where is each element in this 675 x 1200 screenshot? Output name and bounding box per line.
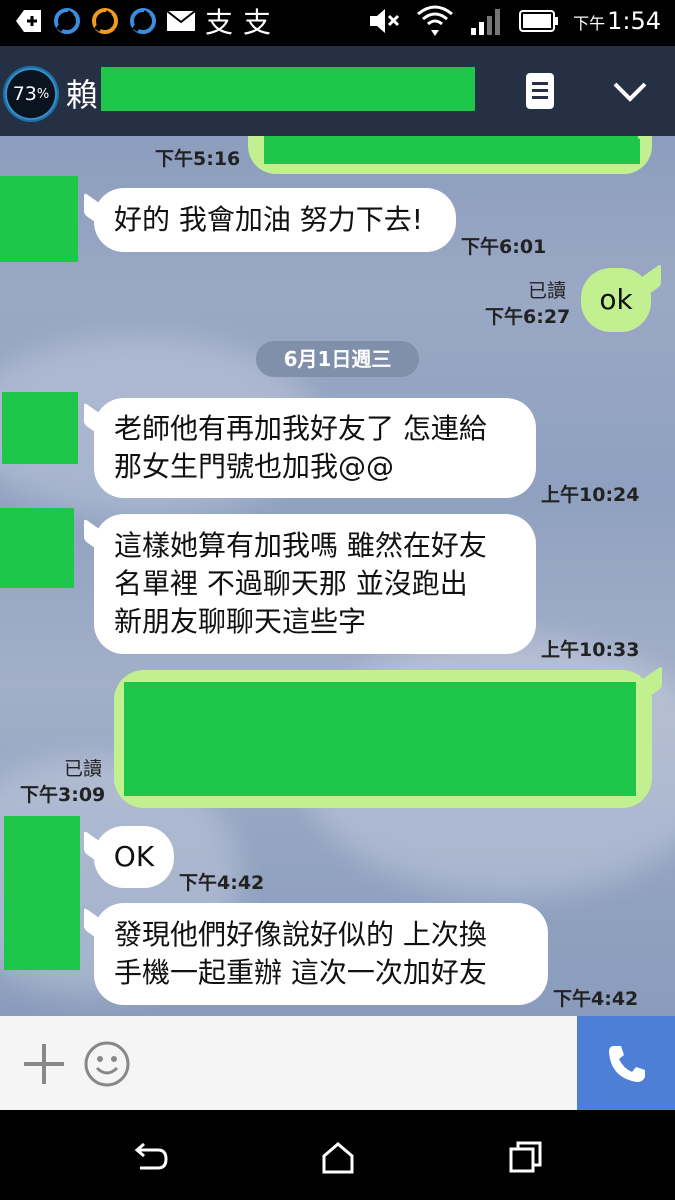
contact-name: 賴 bbox=[66, 76, 99, 114]
notification-plus-icon bbox=[14, 6, 44, 36]
chevron-down-icon[interactable] bbox=[612, 74, 648, 110]
chat-area[interactable]: 下午5:16 好的 我會加油 努力下去! 下午6:01 已讀 下午6:27 ok… bbox=[0, 136, 675, 1016]
mute-icon bbox=[370, 9, 400, 33]
battery-percent: 73 bbox=[12, 83, 37, 105]
name-redaction bbox=[101, 67, 475, 111]
incoming-bubble[interactable]: OK bbox=[94, 826, 174, 888]
system-nav-bar bbox=[0, 1110, 675, 1200]
status-bar: 支 支 下午1:54 bbox=[0, 0, 675, 46]
message-time: 下午3:09 bbox=[20, 784, 106, 806]
message-time: 上午10:33 bbox=[541, 639, 640, 661]
chat-header: 73% 賴 bbox=[0, 46, 675, 136]
plus-icon[interactable] bbox=[22, 1042, 66, 1086]
notification-icons: 支 支 bbox=[14, 6, 272, 39]
message-text: 好的 我會加油 努力下去! bbox=[114, 203, 424, 236]
message-line: 手機一起重辦 這次一次加好友 bbox=[114, 956, 487, 989]
clock: 下午1:54 bbox=[573, 7, 661, 35]
clock-time: 1:54 bbox=[607, 7, 661, 35]
call-button[interactable] bbox=[577, 1016, 675, 1110]
back-icon[interactable] bbox=[130, 1138, 170, 1178]
message-text: ok bbox=[599, 283, 633, 316]
avatar[interactable] bbox=[0, 176, 78, 262]
battery-widget[interactable]: 73% bbox=[3, 66, 59, 122]
message-line: 新朋友聊聊天這些字 bbox=[114, 605, 367, 638]
outgoing-bubble-partial[interactable] bbox=[248, 136, 652, 174]
avatar[interactable] bbox=[4, 816, 80, 970]
sync-app-icon-blue bbox=[52, 6, 82, 36]
incoming-bubble[interactable]: 這樣她算有加我嗎 雖然在好友 名單裡 不過聊天那 並沒跑出 新朋友聊聊天這些字 bbox=[94, 514, 536, 654]
recent-apps-icon[interactable] bbox=[506, 1138, 546, 1178]
system-icons: 下午1:54 bbox=[367, 4, 661, 38]
message-line: 那女生門號也加我@@ bbox=[114, 450, 395, 483]
message-time: 上午10:24 bbox=[541, 484, 640, 506]
app-kanji-icon-2: 支 bbox=[242, 6, 271, 39]
message-time: 下午5:16 bbox=[155, 148, 241, 170]
incoming-bubble[interactable]: 好的 我會加油 努力下去! bbox=[94, 188, 456, 252]
message-time: 下午4:42 bbox=[553, 988, 639, 1010]
message-time: 下午6:01 bbox=[461, 236, 547, 258]
redacted-content bbox=[124, 682, 636, 796]
sync-app-icon-orange bbox=[90, 6, 120, 36]
message-line: 名單裡 不過聊天那 並沒跑出 bbox=[114, 567, 468, 600]
incoming-bubble[interactable]: 發現他們好像說好似的 上次換 手機一起重辦 這次一次加好友 bbox=[94, 903, 548, 1005]
sync-app-icon-blue-2 bbox=[128, 6, 158, 36]
read-receipt: 已讀 bbox=[528, 280, 567, 302]
notes-icon[interactable] bbox=[526, 73, 554, 109]
battery-unit: % bbox=[36, 86, 50, 102]
app-kanji-icon: 支 bbox=[204, 6, 233, 39]
outgoing-bubble[interactable]: ok bbox=[581, 268, 651, 332]
message-line: 發現他們好像說好似的 上次換 bbox=[114, 918, 487, 951]
wifi-icon bbox=[417, 5, 454, 36]
home-icon[interactable] bbox=[318, 1138, 358, 1178]
message-time: 下午4:42 bbox=[179, 872, 265, 894]
phone-icon bbox=[609, 1046, 645, 1082]
input-bar bbox=[0, 1016, 675, 1110]
read-receipt: 已讀 bbox=[64, 758, 103, 780]
emoji-icon[interactable] bbox=[83, 1040, 131, 1088]
date-separator: 6月1日週三 bbox=[256, 341, 419, 377]
message-line: 老師他有再加我好友了 怎連給 bbox=[114, 412, 487, 445]
message-text: OK bbox=[113, 840, 155, 873]
redacted-content bbox=[264, 136, 640, 164]
message-line: 這樣她算有加我嗎 雖然在好友 bbox=[114, 529, 487, 562]
incoming-bubble[interactable]: 老師他有再加我好友了 怎連給 那女生門號也加我@@ bbox=[94, 398, 536, 498]
battery-icon bbox=[519, 10, 559, 32]
outgoing-bubble[interactable] bbox=[114, 670, 652, 808]
avatar[interactable] bbox=[0, 508, 74, 588]
signal-icon bbox=[471, 9, 501, 35]
mail-icon bbox=[166, 6, 196, 36]
clock-ampm: 下午 bbox=[573, 14, 606, 33]
avatar[interactable] bbox=[2, 392, 78, 464]
message-time: 下午6:27 bbox=[485, 306, 571, 328]
